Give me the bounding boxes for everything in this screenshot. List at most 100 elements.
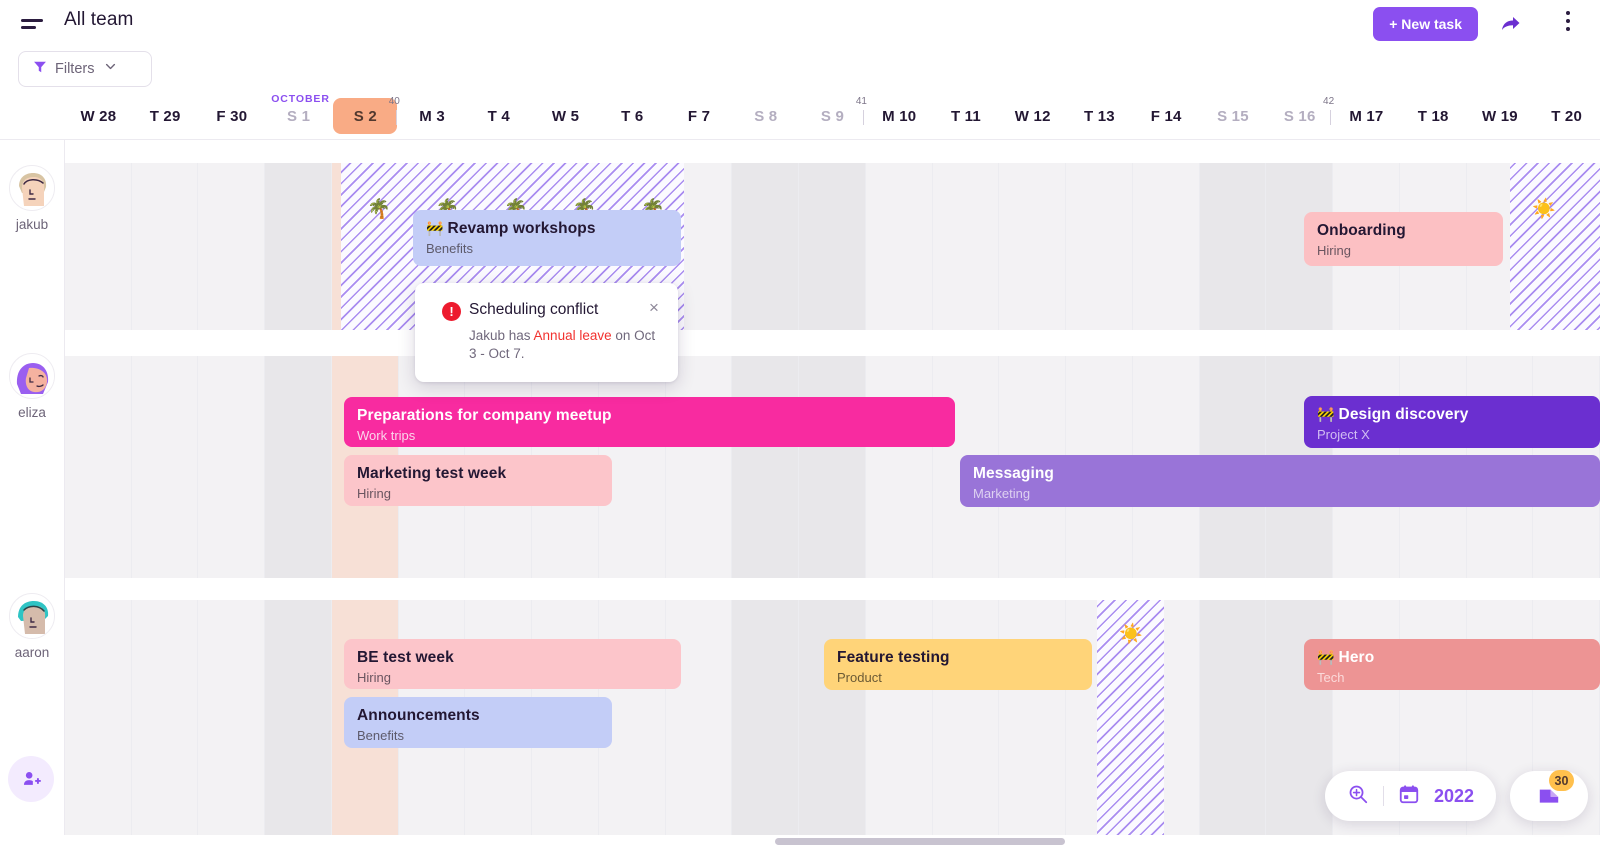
person-name: jakub (15, 217, 49, 232)
day-header-t-6[interactable]: T 6 (599, 92, 666, 140)
vacation-block[interactable]: ☀️ (1510, 163, 1600, 351)
task-subtitle: Benefits (426, 241, 473, 256)
task-bar[interactable]: Feature testing Product (824, 639, 1092, 690)
day-header-f-14[interactable]: F 14 (1133, 92, 1200, 140)
grid-column-t-29[interactable] (131, 140, 199, 835)
task-title: Announcements (357, 706, 612, 725)
task-bar[interactable]: 🚧 Design discovery Project X (1304, 396, 1600, 448)
sun-icon: ☀️ (1119, 624, 1143, 645)
task-subtitle: Hiring (357, 486, 391, 501)
grid-column-s-8[interactable] (732, 140, 800, 835)
task-bar[interactable]: 🚧 Hero Tech (1304, 639, 1600, 690)
day-header-t-18[interactable]: T 18 (1400, 92, 1467, 140)
grid-column-f-30[interactable] (198, 140, 266, 835)
add-person-button[interactable] (8, 756, 54, 802)
row-separator (65, 578, 1600, 600)
hamburger-icon[interactable] (20, 12, 44, 36)
timeline-date-header: W 28 T 29 F 30 S 1 S 2 M 3 T 4 W 5 T 6 F 7 S 8 S 9 M… (0, 92, 1600, 140)
avatar[interactable] (9, 353, 55, 399)
avatar[interactable] (9, 593, 55, 639)
week-separator (395, 110, 397, 125)
scheduling-conflict-popup[interactable]: ! Scheduling conflict Jakub has Annual l… (415, 283, 678, 382)
calendar-icon[interactable] (1398, 783, 1420, 810)
task-bar[interactable]: 🚧 Revamp workshops Benefits (413, 210, 681, 266)
close-icon[interactable]: × (644, 298, 664, 318)
grid-column-m-10[interactable] (865, 140, 933, 835)
task-title: 🚧 Hero (1317, 648, 1600, 667)
share-arrow-icon[interactable] (1498, 12, 1522, 36)
task-title: Preparations for company meetup (357, 406, 955, 425)
day-header-s-15[interactable]: S 15 (1200, 92, 1267, 140)
person-row-aaron[interactable]: aaron (0, 593, 64, 660)
vacation-block[interactable]: ☀️ (1097, 588, 1164, 835)
day-header-t-11[interactable]: T 11 (933, 92, 1000, 140)
task-title: Onboarding (1317, 221, 1503, 240)
task-bar[interactable]: Announcements Benefits (344, 697, 612, 748)
grid-column-s-9[interactable] (799, 140, 866, 835)
day-label: M 10 (882, 107, 917, 125)
task-bar[interactable]: Marketing test week Hiring (344, 455, 612, 506)
task-bar[interactable]: Messaging Marketing (960, 455, 1600, 507)
day-header-m-17[interactable]: M 17 (1333, 92, 1400, 140)
construction-icon: 🚧 (1317, 649, 1335, 665)
task-bar[interactable]: BE test week Hiring (344, 639, 681, 689)
task-title: Feature testing (837, 648, 1092, 667)
day-header-s-8[interactable]: S 8 (732, 92, 799, 140)
zoom-in-icon[interactable] (1347, 783, 1369, 810)
day-header-w-12[interactable]: W 12 (999, 92, 1066, 140)
day-label: S 16 (1283, 107, 1316, 125)
top-bar: All team + New task (0, 0, 1600, 48)
horizontal-scrollbar[interactable] (65, 835, 1600, 848)
day-label: T 4 (487, 107, 510, 125)
task-bar[interactable]: Preparations for company meetup Work trip… (344, 397, 955, 447)
task-title: 🚧 Revamp workshops (426, 219, 681, 238)
task-subtitle: Tech (1317, 670, 1345, 685)
task-title-text: Revamp workshops (447, 220, 596, 237)
construction-icon: 🚧 (426, 220, 444, 236)
day-header-f-7[interactable]: F 7 (666, 92, 733, 140)
day-label: S 8 (754, 107, 778, 125)
task-title: 🚧 Design discovery (1317, 405, 1600, 424)
alert-icon: ! (442, 302, 461, 321)
task-subtitle: Hiring (357, 670, 391, 685)
task-subtitle: Benefits (357, 728, 404, 743)
day-label: F 30 (216, 107, 248, 125)
task-subtitle: Hiring (1317, 243, 1351, 258)
day-label: S 1 (287, 107, 311, 125)
filters-button[interactable]: Filters (18, 51, 152, 87)
task-subtitle: Marketing (973, 486, 1031, 501)
grid-column-w-28[interactable] (65, 140, 132, 835)
task-title-text: Onboarding (1317, 222, 1406, 239)
day-label: F 7 (687, 107, 711, 125)
zoom-year-control[interactable]: 2022 (1324, 771, 1496, 821)
day-header-t-13[interactable]: T 13 (1066, 92, 1133, 140)
day-header-t-29[interactable]: T 29 (132, 92, 199, 140)
day-header-w-28[interactable]: W 28 (65, 92, 132, 140)
people-sidebar: jakub eliza aaron (0, 140, 65, 835)
day-label: W 28 (80, 107, 117, 125)
day-header-f-30[interactable]: F 30 (198, 92, 265, 140)
day-header-t-20[interactable]: T 20 (1533, 92, 1600, 140)
task-bar[interactable]: Onboarding Hiring (1304, 212, 1503, 266)
divider (1382, 786, 1384, 806)
page-title: All team (64, 9, 134, 30)
scrollbar-thumb[interactable] (775, 838, 1065, 845)
person-row-jakub[interactable]: jakub (0, 165, 64, 232)
person-row-eliza[interactable]: eliza (0, 353, 64, 420)
grid-column-s-1[interactable] (265, 140, 332, 835)
week-number: 42 (1323, 96, 1335, 107)
day-header-w-19[interactable]: W 19 (1467, 92, 1534, 140)
task-title: BE test week (357, 648, 681, 667)
week-separator (862, 110, 864, 125)
day-header-m-10[interactable]: M 10 (866, 92, 933, 140)
task-title-text: Messaging (973, 465, 1055, 482)
new-task-button[interactable]: + New task (1373, 7, 1478, 41)
avatar[interactable] (9, 165, 55, 211)
day-header-w-5[interactable]: W 5 (532, 92, 599, 140)
day-header-t-4[interactable]: T 4 (465, 92, 532, 140)
task-title-text: BE test week (357, 649, 454, 666)
notifications-button[interactable]: 30 (1510, 770, 1588, 821)
more-vertical-icon[interactable] (1558, 11, 1578, 37)
task-title-text: Marketing test week (357, 465, 507, 482)
day-header-m-3[interactable]: M 3 (399, 92, 466, 140)
